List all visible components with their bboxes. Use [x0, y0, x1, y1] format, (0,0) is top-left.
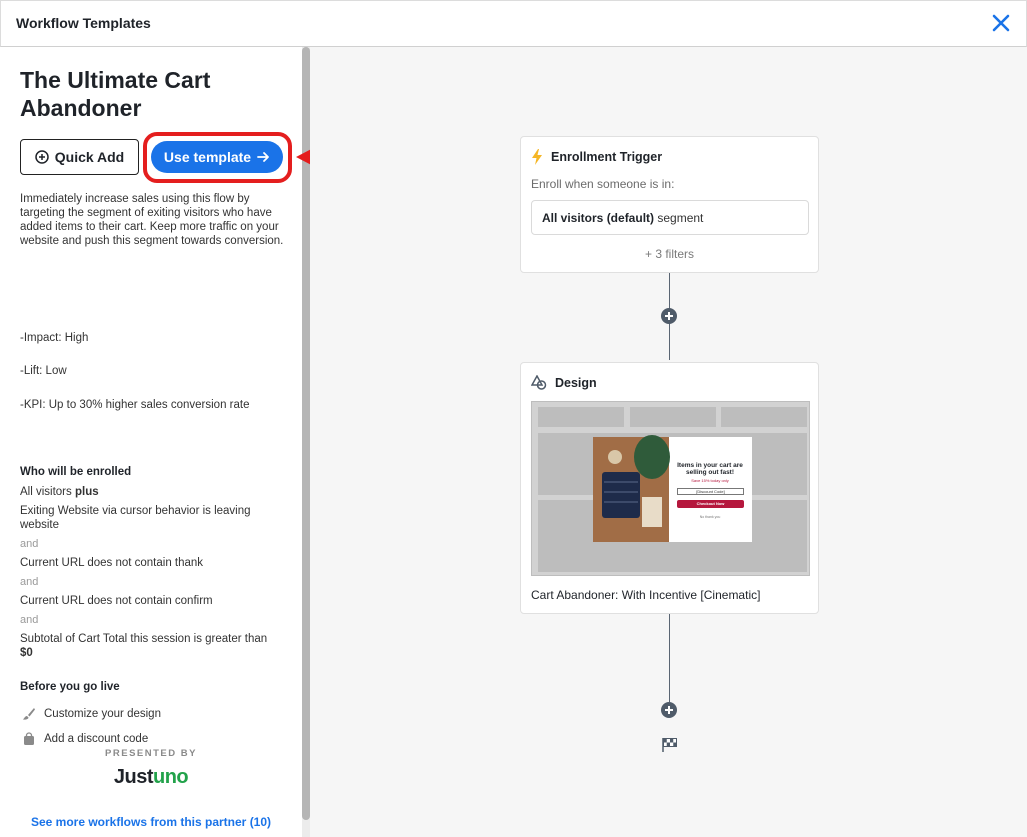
plus-icon: [665, 706, 673, 714]
modal-title: Workflow Templates: [16, 15, 151, 31]
subtotal-value: $0: [20, 647, 33, 659]
before-live-heading: Before you go live: [20, 681, 120, 693]
trigger-subtitle: Enroll when someone is in:: [531, 177, 675, 191]
checklist-item: Add a discount code: [22, 732, 148, 746]
design-card[interactable]: Design Items in your cart are selling ou…: [520, 362, 819, 614]
logo-part-1: Just: [113, 766, 154, 788]
popup-discount-field: [Discount Code]: [677, 488, 744, 495]
design-preview-image[interactable]: Items in your cart are selling out fast!…: [531, 401, 810, 576]
more-workflows-link[interactable]: See more workflows from this partner (10…: [0, 815, 302, 829]
trigger-card-header: Enrollment Trigger: [531, 149, 662, 165]
kpi-text: -KPI: Up to 30% higher sales conversion …: [20, 399, 250, 411]
shapes-icon: [531, 375, 547, 390]
use-template-label: Use template: [163, 149, 252, 165]
add-step-button[interactable]: [661, 702, 677, 718]
quick-add-label: Quick Add: [54, 149, 125, 165]
condition-2: Current URL does not contain thank: [20, 557, 204, 569]
arrow-right-icon: [257, 152, 269, 162]
popup-headline: Items in your cart are selling out fast!: [677, 462, 743, 476]
quick-add-button[interactable]: Quick Add: [20, 139, 139, 175]
segment-suffix: segment: [657, 211, 704, 225]
popup-dismiss: No thank you: [699, 515, 721, 519]
and-separator: and: [20, 576, 39, 588]
segment-name: All visitors (default): [542, 211, 655, 225]
and-separator: and: [20, 614, 39, 626]
enrolled-heading: Who will be enrolled: [20, 466, 132, 478]
modal-header: Workflow Templates: [0, 0, 1027, 47]
template-title: The Ultimate Cart Abandoner: [20, 67, 211, 121]
connector-line: [669, 614, 670, 702]
plus-icon: [665, 312, 673, 320]
segment-selector[interactable]: All visitors (default) segment: [531, 200, 809, 235]
shopping-bag-icon: [24, 732, 34, 745]
design-caption: Cart Abandoner: With Incentive [Cinemati…: [531, 588, 761, 602]
partner-logo: Justuno: [0, 766, 302, 789]
subtotal-text: Subtotal of Cart Total this session is g…: [20, 633, 268, 645]
add-step-button[interactable]: [661, 308, 677, 324]
filters-link[interactable]: + 3 filters: [521, 247, 818, 261]
checklist-item: Customize your design: [22, 707, 161, 721]
visitors-prefix: All visitors: [20, 486, 72, 498]
design-preview-graphic: [532, 402, 809, 575]
checklist-item-label: Add a discount code: [44, 733, 149, 745]
popup-checkout-button: Checkout Now: [677, 500, 744, 508]
condition-3: Current URL does not contain confirm: [20, 595, 213, 607]
enrollment-trigger-card[interactable]: Enrollment Trigger Enroll when someone i…: [520, 136, 819, 273]
condition-4: Subtotal of Cart Total this session is g…: [20, 632, 290, 660]
and-separator: and: [20, 538, 39, 550]
popup-subtext: Save 15% today only: [691, 478, 729, 483]
trigger-title: Enrollment Trigger: [551, 150, 663, 164]
impact-text: -Impact: High: [20, 332, 89, 344]
finish-flag-icon: [662, 738, 677, 752]
close-icon[interactable]: [988, 10, 1014, 36]
lift-text: -Lift: Low: [20, 365, 67, 377]
presented-by-label: PRESENTED BY: [105, 748, 197, 759]
template-description: Immediately increase sales using this fl…: [20, 193, 284, 247]
condition-1: Exiting Website via cursor behavior is l…: [20, 505, 251, 531]
checklist-item-label: Customize your design: [44, 708, 161, 720]
brush-icon: [23, 708, 35, 720]
visitors-plus: plus: [74, 486, 99, 498]
logo-part-2: uno: [152, 766, 189, 788]
plus-circle-icon: [35, 150, 49, 164]
design-card-header: Design: [531, 375, 597, 391]
use-template-button[interactable]: Use template: [151, 141, 283, 173]
design-title: Design: [555, 376, 597, 390]
enrolled-visitors: All visitors plus: [20, 485, 290, 499]
lightning-icon: [532, 149, 542, 165]
